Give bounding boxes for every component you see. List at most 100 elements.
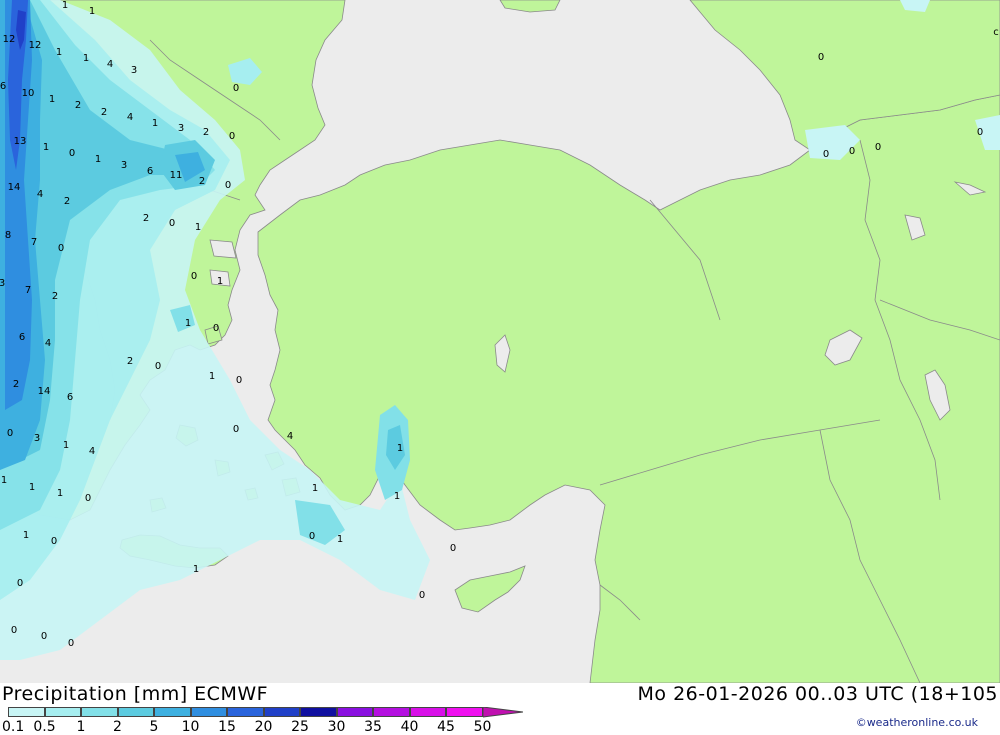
precip-value-label: 2 [143, 213, 149, 224]
precip-value-label: 1 [217, 276, 223, 287]
precip-value-label: 0 [58, 243, 64, 254]
precip-value-label: 1 [89, 6, 95, 17]
precip-value-label: 3 [178, 123, 184, 134]
precip-value-label: 12 [3, 34, 16, 45]
precip-value-label: 6 [0, 81, 6, 92]
legend-swatch [263, 707, 300, 717]
precip-value-label: 13 [14, 136, 27, 147]
precip-value-label: 0 [450, 543, 456, 554]
precip-value-label: 2 [52, 291, 58, 302]
precip-value-label: 0 [17, 578, 23, 589]
precip-value-label: 6 [19, 332, 25, 343]
precip-value-label: 4 [89, 446, 95, 457]
precip-value-label: 4 [45, 338, 51, 349]
weather-map: 11121211430610122 41 3 2 01310136 112 014422 0 1… [0, 0, 1000, 683]
precip-value-label: 0 [233, 83, 239, 94]
precip-value-label: 1 [62, 0, 68, 11]
precip-value-label: 0 [233, 424, 239, 435]
precip-value-label: 0 [41, 631, 47, 642]
precip-value-label: 0 [169, 218, 175, 229]
precip-value-label: 0 [818, 52, 824, 63]
precip-value-label: 1 [56, 47, 62, 58]
precip-value-label: 11 [170, 170, 183, 181]
precip-value-label: 2 [13, 379, 19, 390]
precip-value-label: 0 [11, 625, 17, 636]
precip-value-label: 1 [95, 154, 101, 165]
legend-swatch [190, 707, 227, 717]
precip-value-label: 0 [977, 127, 983, 138]
legend-swatch [117, 707, 154, 717]
precip-value-label: 0 [68, 638, 74, 649]
precip-value-label: 1 [1, 475, 7, 486]
legend-swatch [300, 707, 337, 717]
precip-value-label: 4 [287, 431, 293, 442]
legend-swatch [373, 707, 410, 717]
precip-value-label: 0 [225, 180, 231, 191]
precip-value-label: 2 [127, 356, 133, 367]
precip-value-label: 1 [209, 371, 215, 382]
chart-title: Precipitation [mm] ECMWF [2, 683, 269, 705]
precip-value-label: 2 [203, 127, 209, 138]
precip-value-label: 2 [64, 196, 70, 207]
precip-value-label: 6 [67, 392, 73, 403]
precip-value-label: c [993, 27, 999, 38]
precip-value-label: 1 [185, 318, 191, 329]
precip-value-label: 7 [31, 237, 37, 248]
legend-swatch [8, 707, 45, 717]
legend-arrow-icon [482, 707, 523, 718]
precip-value-label: 0 [191, 271, 197, 282]
credit-link[interactable]: ©weatheronline.co.uk [856, 716, 978, 729]
precip-value-label: 1 [63, 440, 69, 451]
precip-value-label: 14 [38, 386, 51, 397]
precip-value-label: 0 [69, 148, 75, 159]
precip-value-label: 1 [83, 53, 89, 64]
precip-value-label: 3 [34, 433, 40, 444]
precip-value-label: 1 [57, 488, 63, 499]
precip-value-label: 10 [22, 88, 35, 99]
precip-value-label: 0 [85, 493, 91, 504]
precip-value-label: 7 [25, 285, 31, 296]
precip-value-label: 1 [337, 534, 343, 545]
legend-swatch [44, 707, 81, 717]
precip-value-label: 3 [121, 160, 127, 171]
precip-value-label: 0 [155, 361, 161, 372]
precip-value-label: 0 [213, 323, 219, 334]
legend-swatch [227, 707, 264, 717]
precip-value-label: 6 [147, 166, 153, 177]
precip-value-label: 0 [236, 375, 242, 386]
precip-value-label: 1 [43, 142, 49, 153]
precip-value-label: 1 [397, 443, 403, 454]
precip-value-label: 3 [0, 278, 5, 289]
legend-swatch [336, 707, 373, 717]
precip-value-label: 4 [107, 59, 113, 70]
precip-value-label: 1 [312, 483, 318, 494]
legend: 0.1 0.5 1 2 5 10 15 20 25 30 35 40 45 50 [2, 707, 528, 735]
precip-value-label: 0 [7, 428, 13, 439]
precip-value-label: 0 [875, 142, 881, 153]
precip-value-label: 1 [23, 530, 29, 541]
precip-value-label: 0 [309, 531, 315, 542]
precip-value-label: 1 [394, 491, 400, 502]
legend-swatch [81, 707, 118, 717]
precip-value-label: 4 [37, 189, 43, 200]
precip-value-label: 12 [29, 40, 42, 51]
legend-swatch [446, 707, 483, 717]
precip-value-label: 3 [131, 65, 137, 76]
precip-value-label: 0 [419, 590, 425, 601]
precip-value-label: 0 [823, 149, 829, 160]
precip-value-label: 1 [49, 94, 55, 105]
precip-value-label: 1 [29, 482, 35, 493]
valid-time: Mo 26-01-2026 00..03 UTC (18+105 [637, 683, 998, 705]
precip-value-label: 1 [152, 118, 158, 129]
precip-value-label: 4 [127, 112, 133, 123]
precip-value-label: 2 [101, 107, 107, 118]
precip-value-label: 2 [199, 176, 205, 187]
legend-swatch [409, 707, 446, 717]
precip-value-label: 14 [8, 182, 21, 193]
precip-value-label: 1 [193, 564, 199, 575]
precip-value-label: 0 [51, 536, 57, 547]
precip-value-label: 0 [849, 146, 855, 157]
precip-value-label: 2 [75, 100, 81, 111]
legend-swatch [154, 707, 191, 717]
precip-value-label: 1 [195, 222, 201, 233]
